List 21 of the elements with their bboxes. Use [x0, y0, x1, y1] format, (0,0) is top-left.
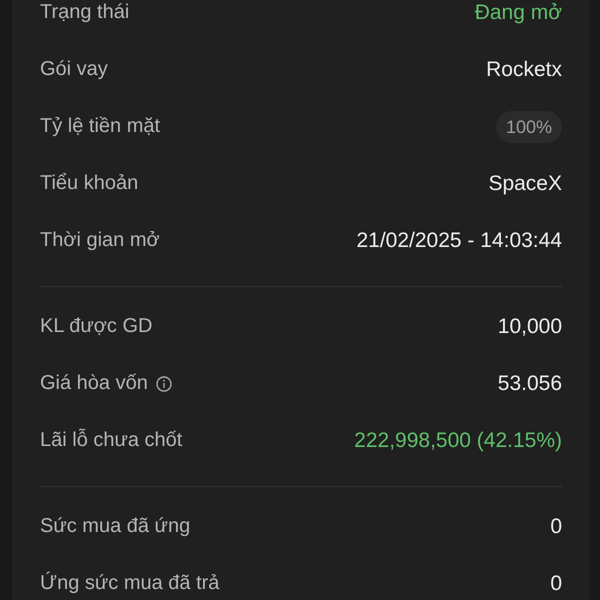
field-label: Ứng sức mua đã trả	[40, 572, 220, 595]
field-value: 21/02/2025 - 14:03:44	[356, 228, 562, 252]
field-value: 53.056	[498, 372, 562, 396]
field-label: Thời gian mở	[40, 229, 160, 252]
field-value: 222,998,500 (42.15%)	[354, 428, 562, 452]
percentage-badge: 100%	[496, 110, 562, 142]
field-label: Lãi lỗ chưa chốt	[40, 429, 182, 452]
field-value: 0	[550, 514, 562, 538]
info-icon[interactable]	[156, 376, 172, 392]
field-label: KL được GD	[40, 315, 152, 338]
field-label: Trạng thái	[40, 1, 130, 24]
field-label: Tỷ lệ tiền mặt	[40, 115, 160, 138]
field-value: Rocketx	[486, 58, 562, 82]
field-label: Giá hòa vốn	[40, 372, 148, 395]
field-value: 0	[550, 572, 562, 596]
field-label: Sức mua đã ứng	[40, 515, 190, 538]
field-value: 10,000	[498, 314, 562, 338]
field-value: Đang mở	[474, 0, 562, 24]
field-label: Gói vay	[40, 58, 108, 81]
field-label: Tiểu khoản	[40, 172, 138, 195]
field-value: SpaceX	[488, 172, 562, 196]
